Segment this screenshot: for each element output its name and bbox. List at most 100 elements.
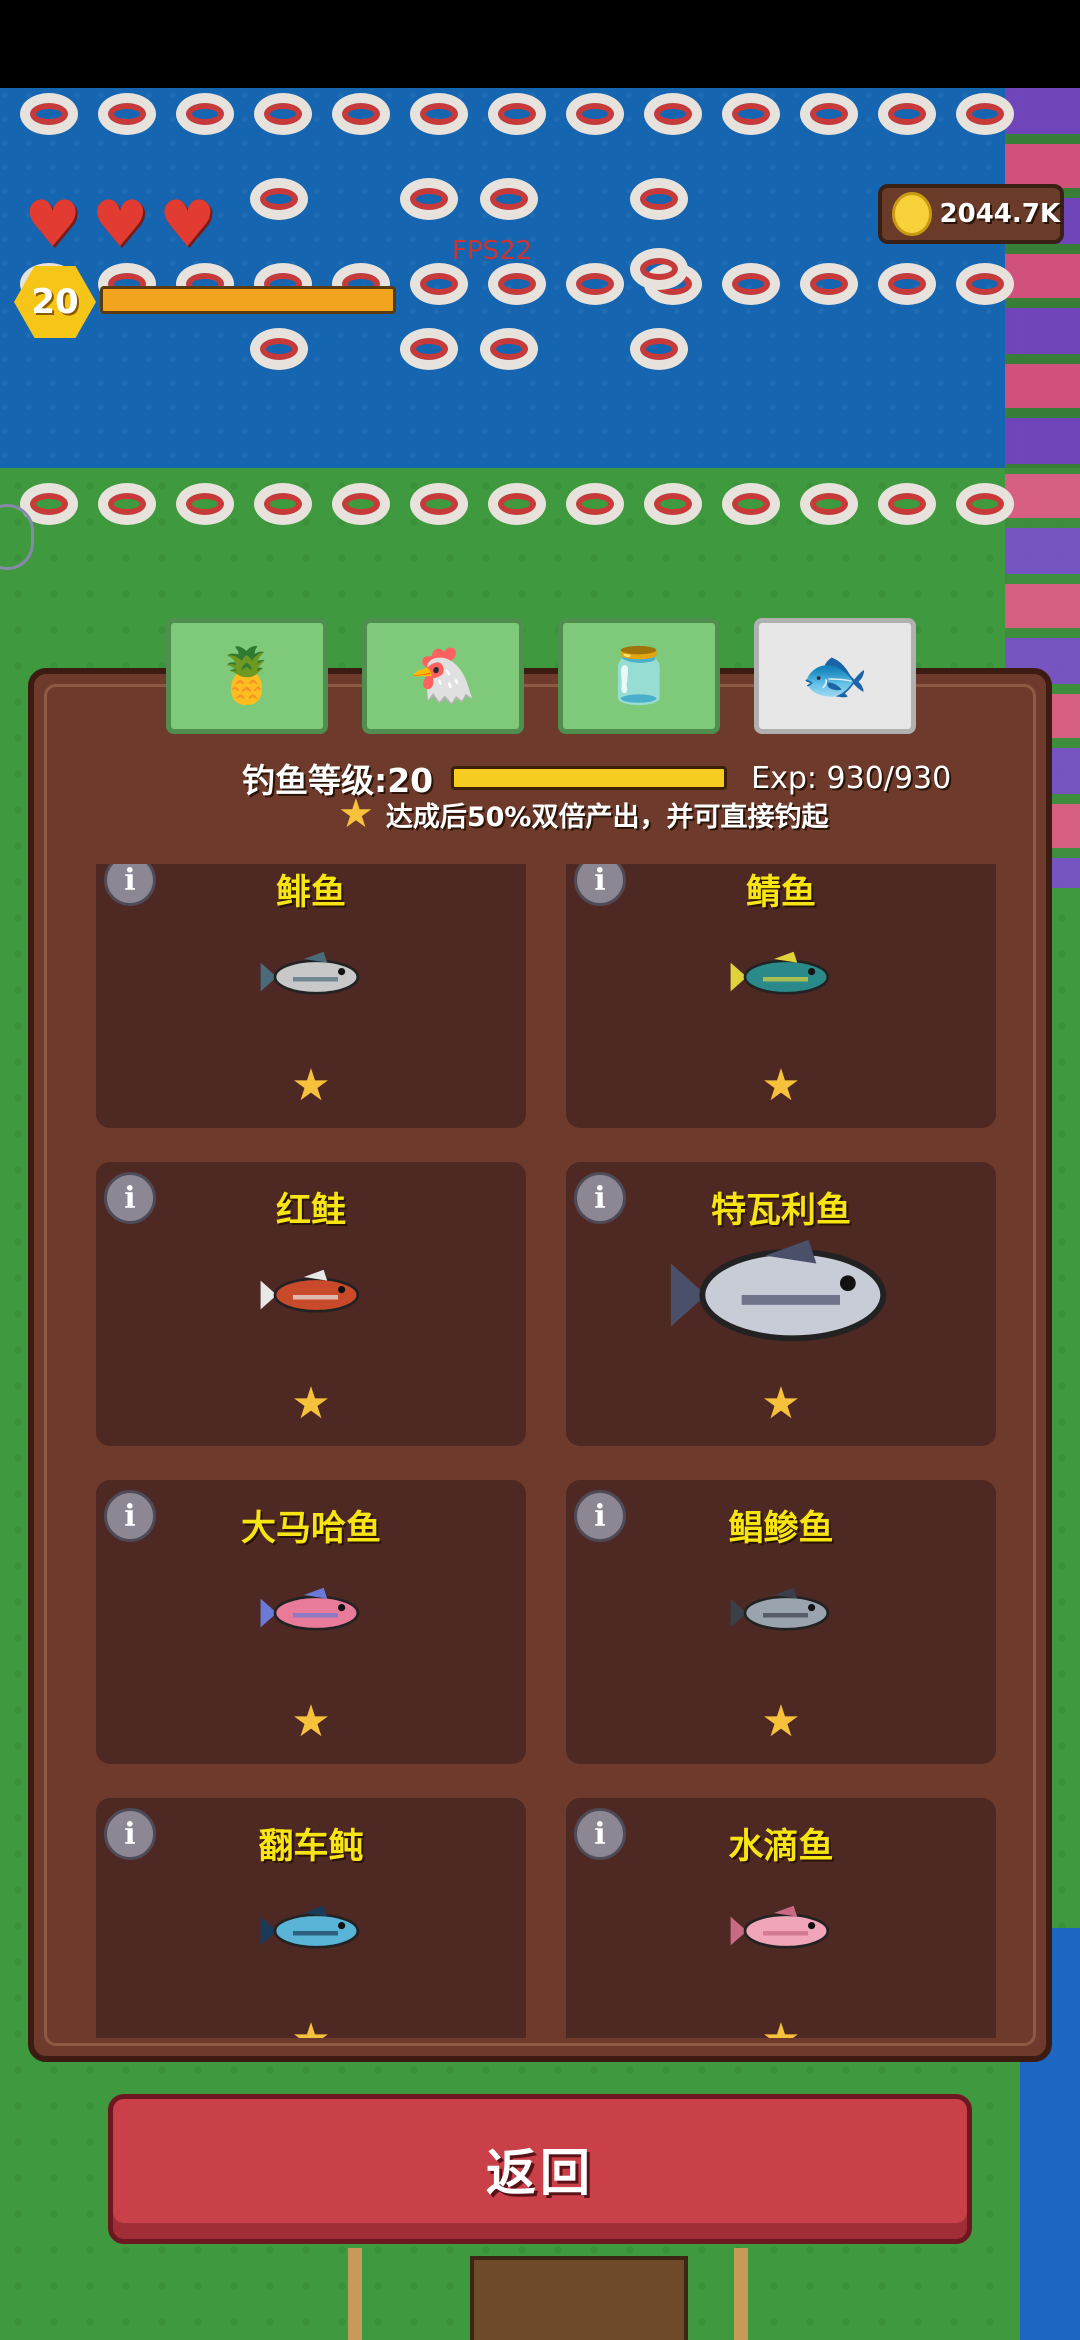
fish-name: 红鲑 xyxy=(275,1191,346,1231)
life-ring xyxy=(410,93,468,135)
pineapple-icon: 🍍 xyxy=(213,644,281,707)
fish-name: 大马哈鱼 xyxy=(240,1509,381,1549)
life-ring xyxy=(644,93,702,135)
game-scene: ♥ ♥ ♥ 20 FPS22 2044.7K 钓鱼等级:20 Exp: 930/93… xyxy=(0,88,1080,2340)
life-ring xyxy=(410,263,468,305)
fish-card[interactable]: i 鲭鱼 ★ xyxy=(566,864,996,1128)
fish-icon xyxy=(566,918,996,1036)
fish-icon: 🐟 xyxy=(801,644,869,707)
fish-card[interactable]: i 特瓦利鱼 ★ xyxy=(566,1162,996,1446)
life-ring xyxy=(566,93,624,135)
life-ring xyxy=(332,483,390,525)
fish-sprite xyxy=(730,1587,830,1631)
fishing-panel: 钓鱼等级:20 Exp: 930/930 ★ 达成后50%双倍产出，并可直接钓起… xyxy=(28,668,1052,2062)
life-ring xyxy=(644,483,702,525)
fish-sprite xyxy=(260,1269,360,1313)
fish-name: 翻车鲀 xyxy=(258,1827,364,1867)
life-ring xyxy=(480,178,538,220)
life-ring xyxy=(98,483,156,525)
life-ring xyxy=(800,483,858,525)
life-ring xyxy=(878,263,936,305)
fish-sprite xyxy=(260,1905,360,1949)
coin-amount: 2044.7K xyxy=(939,199,1060,229)
star-icon: ★ xyxy=(761,1378,801,1429)
life-ring xyxy=(250,178,308,220)
star-icon: ★ xyxy=(96,2018,526,2039)
fish-sprite xyxy=(670,1239,887,1342)
life-ring xyxy=(956,483,1014,525)
fish-name: 特瓦利鱼 xyxy=(710,1191,851,1231)
fish-name: 鲳鲹鱼 xyxy=(728,1509,834,1549)
life-ring xyxy=(400,328,458,370)
life-ring xyxy=(630,248,688,290)
star-icon: ★ xyxy=(291,1696,331,1747)
fence-post xyxy=(348,2248,362,2340)
life-ring xyxy=(332,93,390,135)
life-ring xyxy=(722,93,780,135)
heart-icon: ♥ xyxy=(158,188,217,262)
fish-sprite xyxy=(260,1587,360,1631)
tab-pineapple[interactable]: 🍍 xyxy=(166,618,328,734)
life-ring xyxy=(20,93,78,135)
status-bar xyxy=(0,0,1080,88)
tab-chicken[interactable]: 🐔 xyxy=(362,618,524,734)
fish-card[interactable]: i水滴鱼 ★ xyxy=(566,1798,996,2038)
back-button-label: 返回 xyxy=(486,2144,594,2202)
fish-icon xyxy=(96,918,526,1036)
star-icon: ★ xyxy=(338,791,374,837)
star-icon: ★ xyxy=(291,1060,331,1111)
star-icon: ★ xyxy=(291,1378,331,1429)
life-ring xyxy=(956,263,1014,305)
life-ring xyxy=(488,483,546,525)
fps-counter: FPS22 xyxy=(452,236,533,266)
star-icon: ★ xyxy=(761,1696,801,1747)
back-button[interactable]: 返回 xyxy=(108,2094,972,2244)
life-ring xyxy=(410,483,468,525)
life-ring xyxy=(722,263,780,305)
fish-icon xyxy=(96,1872,526,1990)
player-level: 20 xyxy=(31,282,79,322)
bonus-text: 达成后50%双倍产出，并可直接钓起 xyxy=(385,801,829,833)
tab-fish[interactable]: 🐟 xyxy=(754,618,916,734)
star-icon: ★ xyxy=(761,1060,801,1111)
fish-card[interactable]: i 大马哈鱼 ★ xyxy=(96,1480,526,1764)
star-icon: ★ xyxy=(566,2018,996,2039)
life-ring xyxy=(878,93,936,135)
coin-counter: 2044.7K xyxy=(878,184,1064,244)
life-ring xyxy=(254,483,312,525)
fish-icon xyxy=(566,1236,996,1354)
jar-icon: 🫙 xyxy=(605,644,673,707)
life-ring xyxy=(800,263,858,305)
life-ring xyxy=(956,93,1014,135)
player-xp-bar xyxy=(100,286,396,314)
tab-jar[interactable]: 🫙 xyxy=(558,618,720,734)
life-ring xyxy=(488,93,546,135)
crate-stack xyxy=(470,2256,688,2340)
fishing-exp-bar xyxy=(451,766,728,790)
fishing-exp-label: Exp: 930/930 xyxy=(751,760,952,796)
chicken-icon: 🐔 xyxy=(409,644,477,707)
fish-icon xyxy=(96,1554,526,1672)
fish-name: 鲭鱼 xyxy=(745,873,816,913)
fish-card[interactable]: i 红鲑 ★ xyxy=(96,1162,526,1446)
fish-icon xyxy=(566,1554,996,1672)
life-ring xyxy=(250,328,308,370)
fish-icon xyxy=(566,1872,996,1990)
life-ring xyxy=(176,93,234,135)
life-ring xyxy=(630,328,688,370)
category-tabs: 🍍 🐔 🫙 🐟 xyxy=(166,618,916,734)
life-ring xyxy=(878,483,936,525)
life-ring xyxy=(480,328,538,370)
fish-grid[interactable]: i 鲱鱼 ★ i 鲭鱼 ★ i 红鲑 ★ i 特瓦利鱼 ★ i 大马哈鱼 ★ i 鲳鲹鱼 ★ i 翻车 xyxy=(96,864,996,2038)
fish-card[interactable]: i 鲳鲹鱼 ★ xyxy=(566,1480,996,1764)
fish-card[interactable]: i翻车鲀 ★ xyxy=(96,1798,526,2038)
life-ring xyxy=(488,263,546,305)
life-ring xyxy=(800,93,858,135)
fish-sprite xyxy=(260,951,360,995)
life-ring xyxy=(98,93,156,135)
life-ring xyxy=(254,93,312,135)
fish-sprite xyxy=(730,1905,830,1949)
fish-card[interactable]: i 鲱鱼 ★ xyxy=(96,864,526,1128)
life-ring xyxy=(630,178,688,220)
fish-name: 鲱鱼 xyxy=(275,873,346,913)
